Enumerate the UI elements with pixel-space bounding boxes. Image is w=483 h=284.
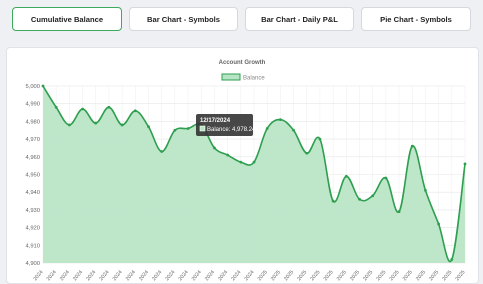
x-tick-label: 2024 [191,269,203,282]
data-point[interactable] [239,160,243,164]
x-tick-label: 2025 [362,269,374,282]
data-point[interactable] [358,197,361,201]
data-point[interactable] [292,128,295,132]
x-tick-label: 2024 [98,269,110,282]
x-tick-label: 2025 [441,269,453,282]
data-point[interactable] [305,151,309,155]
x-tick-label: 2024 [230,269,242,282]
data-point[interactable] [160,150,164,153]
y-axis: 5,000 4,990 4,980 4,970 4,960 4,950 4,940 4,930… [25,84,40,267]
data-point[interactable] [331,199,335,203]
x-tick-label: 2024 [59,269,71,282]
x-tick-label: 2024 [125,269,137,282]
y-tick-label: 4,990 [25,102,40,108]
x-tick-label: 2024 [244,269,256,282]
data-point[interactable] [173,128,177,132]
x-tick-label: 2025 [375,269,387,282]
data-point[interactable] [107,105,111,109]
x-tick-label: 2024 [151,269,163,282]
data-point[interactable] [265,127,269,130]
data-point[interactable] [147,125,150,129]
y-tick-label: 4,980 [25,119,40,125]
data-point[interactable] [120,123,124,127]
x-tick-label: 2025 [389,269,401,282]
x-tick-label: 2025 [349,269,361,282]
x-tick-label: 2025 [257,269,269,282]
y-tick-label: 4,950 [25,173,40,179]
tooltip-title: 12/17/2024 [200,118,231,124]
data-point[interactable] [186,127,190,130]
x-axis: 2024 2024 2024 2024 2024 2024 2024 2024 2024 2024… [33,269,467,282]
tab-pie-chart-symbols[interactable]: Pie Chart - Symbols [361,7,471,31]
chart-panel: Account Growth Balance 5,000 4,990 4,980 4,… [6,47,479,284]
x-tick-label: 2025 [309,269,321,282]
data-point[interactable] [424,189,427,192]
data-point[interactable] [344,174,348,178]
x-tick-label: 2025 [455,269,467,282]
x-tick-label: 2024 [112,269,124,282]
chart-title: Account Growth [219,60,266,66]
data-point[interactable] [318,137,322,141]
y-tick-label: 4,910 [25,243,40,249]
legend-label[interactable]: Balance [243,76,265,82]
tab-bar-chart-symbols[interactable]: Bar Chart - Symbols [129,7,238,31]
data-point[interactable] [397,210,401,214]
tooltip: 12/17/2024 Balance: 4,978.24 [196,114,256,136]
x-tick-label: 2025 [415,269,427,282]
data-point[interactable] [41,84,45,88]
data-point[interactable] [133,109,137,113]
account-growth-chart: Account Growth Balance 5,000 4,990 4,980 4,… [25,60,467,282]
x-tick-label: 2024 [204,269,216,282]
tab-bar: Cumulative Balance Bar Chart - Symbols B… [0,0,483,40]
legend-swatch[interactable] [221,73,241,81]
tooltip-label: Balance: 4,978.24 [207,127,256,133]
y-tick-label: 4,940 [25,190,40,196]
data-point[interactable] [67,123,71,127]
data-point[interactable] [81,107,84,111]
x-tick-label: 2024 [164,269,176,282]
x-tick-label: 2024 [138,269,150,282]
x-tick-label: 2024 [46,269,58,282]
x-tick-label: 2025 [270,269,282,282]
x-tick-label: 2024 [33,269,45,282]
data-point[interactable] [371,194,375,198]
x-tick-label: 2025 [283,269,295,282]
data-point[interactable] [54,105,58,109]
y-tick-label: 4,970 [25,137,40,143]
x-tick-label: 2024 [85,269,97,282]
x-tick-label: 2024 [178,269,190,282]
tooltip-swatch [199,125,206,132]
x-tick-label: 2025 [428,269,440,282]
data-point[interactable] [450,258,454,261]
y-tick-label: 4,930 [25,208,40,214]
y-tick-label: 4,960 [25,155,40,161]
data-point[interactable] [463,162,467,166]
data-point[interactable] [384,176,388,180]
data-point[interactable] [410,144,414,148]
tab-bar-chart-daily-pnl[interactable]: Bar Chart - Daily P&L [245,7,354,31]
x-tick-label: 2025 [296,269,308,282]
data-point[interactable] [94,121,98,125]
x-tick-label: 2024 [72,269,84,282]
y-tick-label: 4,920 [25,226,40,232]
data-point[interactable] [278,118,282,122]
x-tick-label: 2025 [336,269,348,282]
data-point[interactable] [437,222,441,226]
x-tick-label: 2025 [323,269,335,282]
y-tick-label: 5,000 [25,84,40,90]
data-point[interactable] [226,153,230,157]
data-point[interactable] [213,146,216,150]
data-point[interactable] [252,160,256,164]
y-tick-label: 4,900 [25,261,40,267]
x-tick-label: 2024 [217,269,229,282]
x-tick-label: 2025 [402,269,414,282]
tab-cumulative-balance[interactable]: Cumulative Balance [12,7,122,31]
